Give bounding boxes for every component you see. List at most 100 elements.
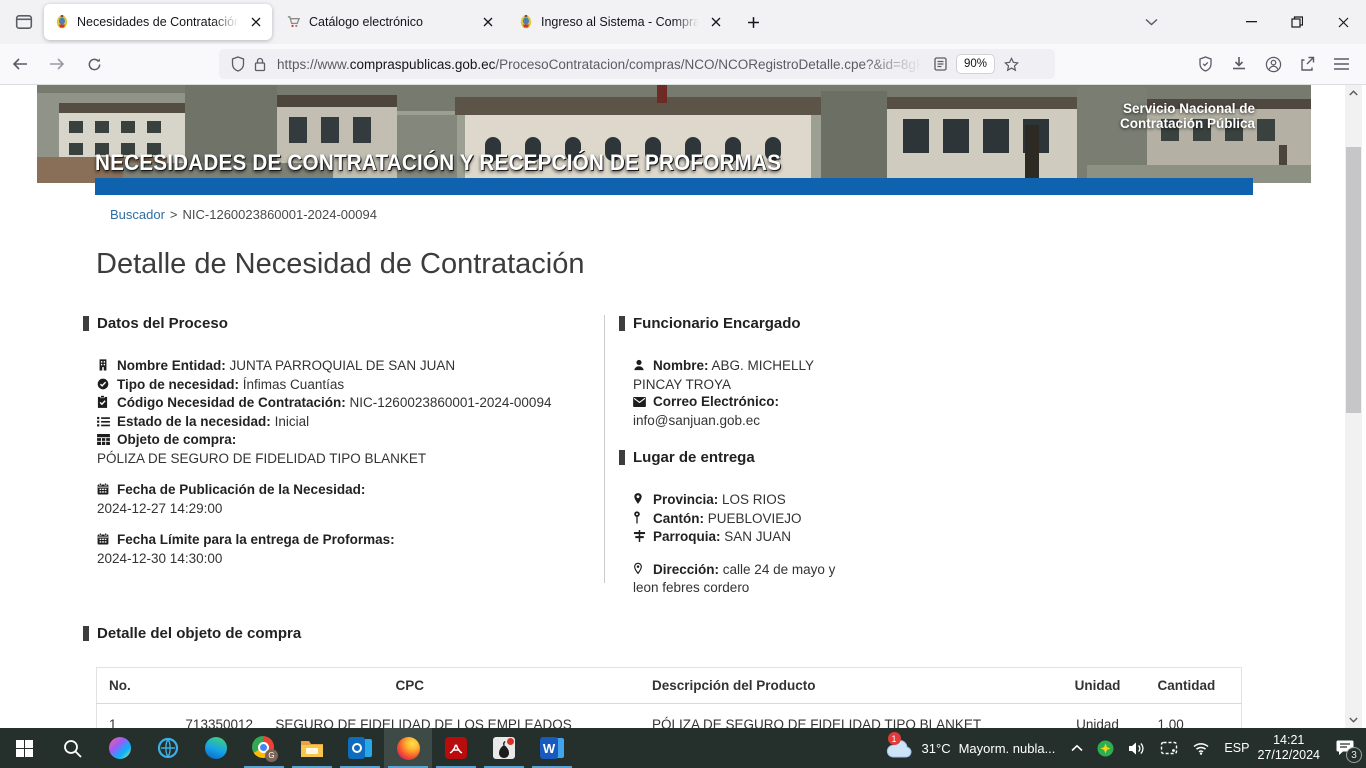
notification-count-badge: 3	[1346, 747, 1362, 763]
banner-title: NECESIDADES DE CONTRATACIÓN Y RECEPCIÓN …	[95, 150, 781, 176]
vertical-scrollbar[interactable]	[1345, 85, 1362, 728]
chrome-icon[interactable]: G	[240, 728, 288, 768]
section-datos-del-proceso: Datos del Proceso Nombre Entidad: JUNTA …	[83, 315, 604, 597]
start-button[interactable]	[0, 728, 48, 768]
page-title: Detalle de Necesidad de Contratación	[96, 248, 584, 281]
clock-time: 14:21	[1257, 733, 1320, 748]
section-lugar-entrega: Lugar de entrega Provincia: LOS RIOS Can…	[619, 449, 851, 597]
java-app-icon[interactable]	[480, 728, 528, 768]
section-heading: Lugar de entrega	[633, 449, 755, 466]
clock-date: 27/12/2024	[1257, 748, 1320, 763]
field-fecha-limite-value: 2024-12-30 14:30:00	[97, 550, 604, 568]
col-header-unidad: Unidad	[1048, 668, 1148, 704]
antivirus-tray-icon[interactable]	[1097, 740, 1114, 757]
scrollbar-thumb[interactable]	[1346, 147, 1361, 413]
col-header-cpc: CPC	[181, 668, 638, 704]
field-direccion: Dirección: calle 24 de mayo y leon febre…	[633, 561, 851, 597]
section-bar	[619, 316, 625, 331]
acrobat-icon[interactable]	[432, 728, 480, 768]
location-outline-icon	[633, 562, 647, 580]
map-pin-icon	[633, 511, 647, 529]
reader-mode-icon[interactable]	[929, 53, 951, 75]
catalog-cart-favicon	[286, 14, 302, 30]
lock-icon[interactable]	[249, 53, 271, 75]
signpost-icon	[633, 529, 647, 547]
back-icon[interactable]	[3, 48, 37, 80]
edge-icon[interactable]	[192, 728, 240, 768]
section-bar	[83, 316, 89, 331]
language-indicator[interactable]: ESP	[1224, 741, 1249, 755]
restore-button[interactable]	[1274, 0, 1320, 44]
field-parroquia: Parroquia: SAN JUAN	[633, 528, 851, 547]
banner: Servicio Nacional de Contratación Públic…	[37, 85, 1311, 183]
scroll-up-icon[interactable]	[1345, 85, 1362, 101]
tab-ingreso[interactable]: Ingreso al Sistema - Compras P	[508, 4, 732, 40]
table-row: 1 713350012 SEGURO DE FIDELIDAD DE LOS E…	[97, 704, 1242, 729]
url-path: /ProcesoContratacion/compras/NCO/NCORegi…	[495, 57, 929, 72]
list-icon	[97, 414, 111, 432]
table-header-row: No. CPC Descripción del Producto Unidad …	[97, 668, 1242, 704]
cast-screen-icon[interactable]	[1160, 741, 1178, 756]
bookmark-star-icon[interactable]	[1000, 53, 1022, 75]
field-codigo-necesidad: Código Necesidad de Contratación: NIC-12…	[97, 394, 604, 413]
cloud-icon: 1	[885, 737, 913, 759]
reload-icon[interactable]	[77, 48, 111, 80]
internet-explorer-icon[interactable]	[144, 728, 192, 768]
protections-shield-icon[interactable]	[1188, 48, 1222, 80]
breadcrumb-link-buscador[interactable]: Buscador	[110, 207, 165, 222]
downloads-icon[interactable]	[1222, 48, 1256, 80]
field-funcionario-nombre: Nombre: ABG. MICHELLY PINCAY TROYA	[633, 357, 851, 393]
list-all-tabs-icon[interactable]	[1134, 5, 1168, 39]
close-tab-icon[interactable]	[706, 12, 726, 32]
outlook-icon[interactable]	[336, 728, 384, 768]
taskbar-weather[interactable]: 1 31°C Mayorm. nubla...	[885, 737, 1056, 759]
wifi-icon[interactable]	[1192, 741, 1210, 755]
file-explorer-icon[interactable]	[288, 728, 336, 768]
new-tab-button[interactable]	[738, 7, 768, 37]
zoom-level-badge[interactable]: 90%	[957, 55, 994, 73]
forward-icon[interactable]	[40, 48, 74, 80]
calendar-icon	[97, 482, 111, 500]
share-icon[interactable]	[1290, 48, 1324, 80]
url-scheme: https://www.	[277, 57, 350, 72]
tab-title: Ingreso al Sistema - Compras P	[541, 15, 702, 29]
account-icon[interactable]	[1256, 48, 1290, 80]
breadcrumb-separator: >	[170, 207, 178, 222]
field-fecha-publicacion-value: 2024-12-27 14:29:00	[97, 500, 604, 518]
tracking-protection-shield-icon[interactable]	[227, 53, 249, 75]
close-window-button[interactable]	[1320, 0, 1366, 44]
menu-hamburger-icon[interactable]	[1324, 48, 1358, 80]
url-text: https://www.compraspublicas.gob.ec/Proce…	[277, 57, 929, 72]
section-detalle-objeto: Detalle del objeto de compra	[83, 625, 301, 642]
check-circle-icon	[97, 377, 111, 395]
copilot-icon[interactable]	[96, 728, 144, 768]
section-heading: Funcionario Encargado	[633, 315, 801, 332]
field-provincia: Provincia: LOS RIOS	[633, 491, 851, 510]
tab-title: Necesidades de Contratación y	[77, 15, 242, 29]
field-correo-label: Correo Electrónico:	[633, 393, 851, 412]
taskbar-clock[interactable]: 14:21 27/12/2024	[1257, 733, 1320, 763]
section-funcionario-encargado: Funcionario Encargado Nombre: ABG. MICHE…	[619, 315, 851, 429]
field-correo-value: info@sanjuan.gob.ec	[633, 412, 851, 430]
close-tab-icon[interactable]	[478, 12, 498, 32]
volume-icon[interactable]	[1128, 741, 1146, 756]
section-heading: Detalle del objeto de compra	[97, 625, 301, 642]
search-icon[interactable]	[48, 728, 96, 768]
field-fecha-limite-label: Fecha Límite para la entrega de Proforma…	[97, 531, 604, 550]
firefox-icon[interactable]	[384, 728, 432, 768]
url-bar[interactable]: https://www.compraspublicas.gob.ec/Proce…	[219, 49, 1055, 79]
section-bar	[619, 450, 625, 465]
tab-catalogo[interactable]: Catálogo electrónico	[276, 4, 504, 40]
scroll-down-icon[interactable]	[1345, 712, 1362, 728]
notification-center-icon[interactable]: 3	[1324, 728, 1366, 768]
minimize-button[interactable]	[1228, 0, 1274, 44]
url-domain: compraspublicas.gob.ec	[350, 57, 496, 72]
ecuador-crest-favicon	[54, 14, 70, 30]
weather-desc: Mayorm. nubla...	[959, 741, 1056, 756]
banner-org-name: Servicio Nacional de Contratación Públic…	[1120, 101, 1255, 131]
tray-chevron-up-icon[interactable]	[1071, 744, 1083, 752]
close-tab-icon[interactable]	[246, 12, 266, 32]
tab-necesidades[interactable]: Necesidades de Contratación y	[44, 4, 272, 40]
word-icon[interactable]: W	[528, 728, 576, 768]
firefox-view-icon[interactable]	[8, 7, 40, 37]
